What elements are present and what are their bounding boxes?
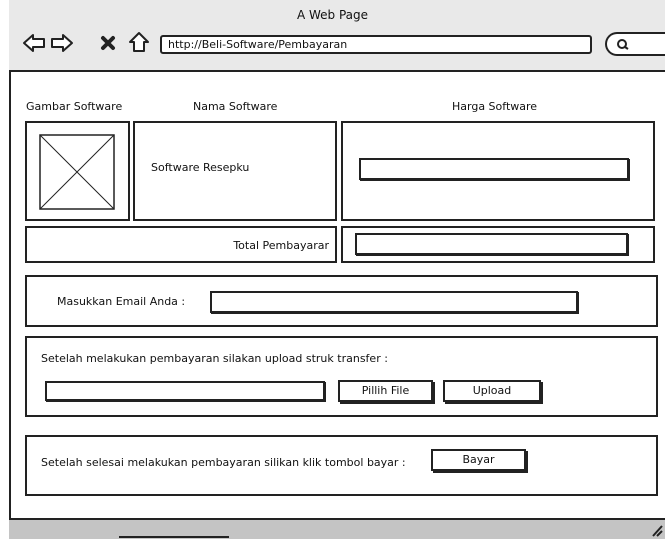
search-field[interactable] [605, 32, 665, 56]
product-name-cell: Software Resepku [133, 121, 337, 221]
pay-instruction: Setelah selesai melakukan pembayaran sil… [41, 456, 406, 469]
header-price: Harga Software [452, 100, 538, 113]
header-image: Gambar Software [26, 100, 123, 113]
product-price-cell [341, 121, 655, 221]
email-field[interactable] [210, 291, 578, 313]
upload-section: Setelah melakukan pembayaran silakan upl… [25, 336, 658, 417]
email-label: Masukkan Email Anda : [57, 295, 186, 308]
total-label-cell: Total Pembayarar [25, 226, 337, 263]
total-value-cell [341, 226, 655, 263]
back-arrow-icon[interactable] [22, 33, 46, 53]
window-title: A Web Page [296, 8, 369, 22]
pay-section: Setelah selesai melakukan pembayaran sil… [25, 435, 658, 496]
header-name: Nama Software [193, 100, 278, 113]
upload-button[interactable]: Upload [443, 380, 541, 402]
url-input[interactable]: http://Beli-Software/Pembayaran [160, 35, 592, 54]
resize-grip-icon[interactable] [649, 522, 663, 538]
close-icon[interactable] [100, 35, 116, 51]
choose-file-button[interactable]: Pillih File [338, 380, 433, 402]
home-icon[interactable] [128, 31, 150, 53]
status-divider [119, 536, 229, 538]
search-icon [617, 39, 629, 50]
image-placeholder-icon [39, 134, 115, 210]
price-field[interactable] [359, 158, 629, 180]
total-field[interactable] [355, 233, 628, 255]
upload-instruction: Setelah melakukan pembayaran silakan upl… [41, 352, 388, 365]
file-path-field[interactable] [45, 381, 325, 401]
email-section: Masukkan Email Anda : [25, 275, 658, 327]
total-label: Total Pembayarar [233, 239, 329, 252]
product-name: Software Resepku [151, 161, 250, 174]
product-image-cell [25, 121, 130, 221]
pay-button[interactable]: Bayar [431, 449, 526, 471]
status-bar [9, 518, 665, 539]
forward-arrow-icon[interactable] [50, 33, 74, 53]
